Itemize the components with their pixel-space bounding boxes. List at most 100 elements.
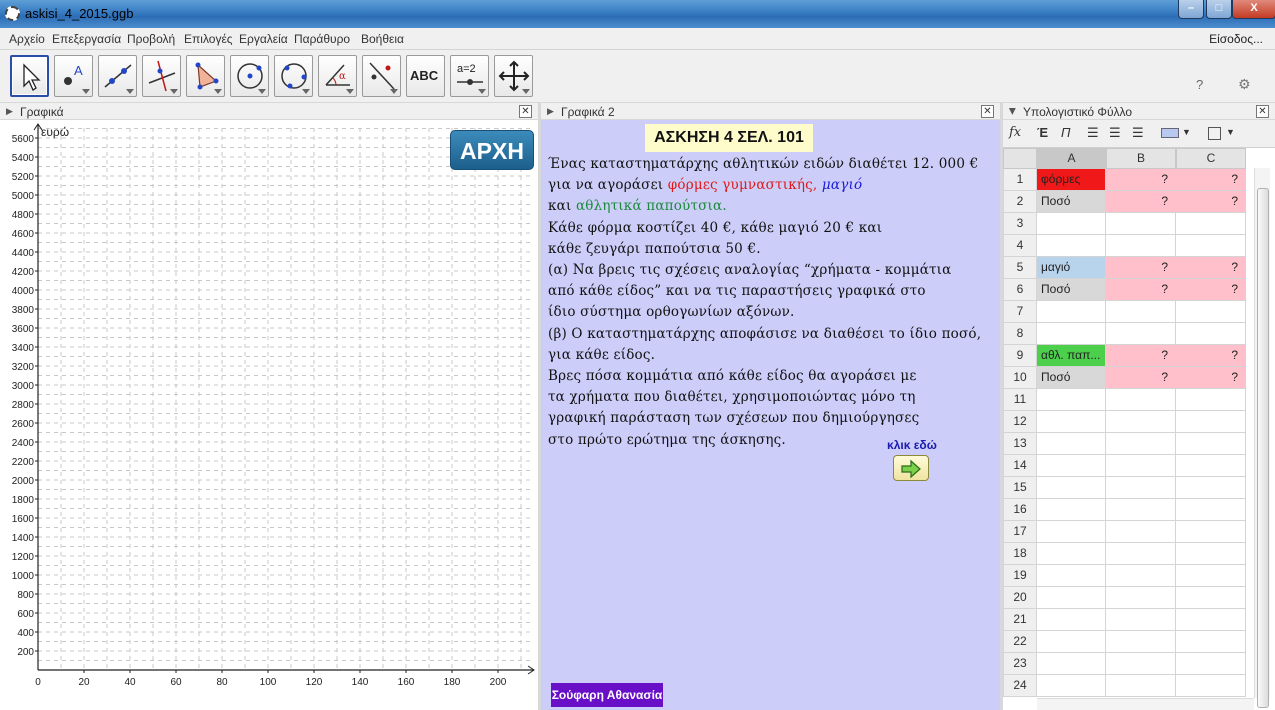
menu-view[interactable]: Προβολή — [127, 32, 175, 46]
cell-a21[interactable] — [1037, 609, 1106, 631]
cell-b11[interactable] — [1106, 389, 1176, 411]
cell-a15[interactable] — [1037, 477, 1106, 499]
function-button[interactable]: fx — [1009, 125, 1021, 143]
cell-b4[interactable] — [1106, 235, 1176, 257]
close-window-button[interactable]: X — [1232, 0, 1275, 19]
home-button[interactable]: ΑΡΧΗ — [450, 130, 534, 170]
cell-b19[interactable] — [1106, 565, 1176, 587]
cell-a6[interactable]: Ποσό — [1037, 279, 1106, 301]
cell-b12[interactable] — [1106, 411, 1176, 433]
graphics-view-1[interactable]: 5600 5400 5200 5000 4800 4600 4400 4200 4000 3800… — [0, 120, 538, 710]
cell-a22[interactable] — [1037, 631, 1106, 653]
cell-b5[interactable]: ? — [1106, 257, 1176, 279]
menu-options[interactable]: Επιλογές — [184, 32, 233, 46]
row-header[interactable]: 24 — [1003, 675, 1037, 697]
cell-b3[interactable] — [1106, 213, 1176, 235]
cell-a18[interactable] — [1037, 543, 1106, 565]
cell-b6[interactable]: ? — [1106, 279, 1176, 301]
align-left-icon[interactable]: ☰ — [1087, 125, 1099, 143]
cell-a2[interactable]: Ποσό — [1037, 191, 1106, 213]
cell-c15[interactable] — [1176, 477, 1246, 499]
cell-b20[interactable] — [1106, 587, 1176, 609]
cell-b8[interactable] — [1106, 323, 1176, 345]
cell-a23[interactable] — [1037, 653, 1106, 675]
row-header[interactable]: 9 — [1003, 345, 1037, 367]
circle-tool-button[interactable] — [230, 55, 269, 97]
cell-c6[interactable]: ? — [1176, 279, 1246, 301]
panel-expand-icon[interactable]: ▶ — [6, 106, 13, 117]
menu-help[interactable]: Βοήθεια — [361, 32, 404, 46]
cell-a7[interactable] — [1037, 301, 1106, 323]
bold-button[interactable]: Έ — [1037, 125, 1048, 143]
cell-b16[interactable] — [1106, 499, 1176, 521]
horizontal-scrollbar[interactable] — [1037, 698, 1254, 710]
chevron-down-icon[interactable]: ▼ — [1226, 127, 1235, 145]
close-panel-icon[interactable]: ✕ — [1256, 105, 1269, 118]
slider-tool-button[interactable]: a=2 — [450, 55, 489, 97]
cell-c19[interactable] — [1176, 565, 1246, 587]
row-header[interactable]: 5 — [1003, 257, 1037, 279]
row-header[interactable]: 10 — [1003, 367, 1037, 389]
cell-a1[interactable]: φόρμες — [1037, 169, 1106, 191]
cell-c12[interactable] — [1176, 411, 1246, 433]
cell-c8[interactable] — [1176, 323, 1246, 345]
panel-expand-icon[interactable]: ▶ — [547, 106, 554, 117]
cell-a8[interactable] — [1037, 323, 1106, 345]
cell-c24[interactable] — [1176, 675, 1246, 697]
cell-a9[interactable]: αθλ. παπ... — [1037, 345, 1106, 367]
align-right-icon[interactable]: ☰ — [1132, 125, 1144, 143]
graphics-view-2[interactable]: ΑΣΚΗΣΗ 4 ΣΕΛ. 101 Ένας καταστηματάρχης α… — [541, 120, 1000, 710]
corner-cell[interactable] — [1003, 148, 1037, 169]
cell-b2[interactable]: ? — [1106, 191, 1176, 213]
cell-a14[interactable] — [1037, 455, 1106, 477]
cell-a10[interactable]: Ποσό — [1037, 367, 1106, 389]
cell-a12[interactable] — [1037, 411, 1106, 433]
row-header[interactable]: 17 — [1003, 521, 1037, 543]
menu-window[interactable]: Παράθυρο — [294, 32, 350, 46]
row-header[interactable]: 23 — [1003, 653, 1037, 675]
cell-b21[interactable] — [1106, 609, 1176, 631]
cell-c23[interactable] — [1176, 653, 1246, 675]
row-header[interactable]: 21 — [1003, 609, 1037, 631]
cell-c17[interactable] — [1176, 521, 1246, 543]
cell-c2[interactable]: ? — [1176, 191, 1246, 213]
row-header[interactable]: 11 — [1003, 389, 1037, 411]
cell-c16[interactable] — [1176, 499, 1246, 521]
cell-b1[interactable]: ? — [1106, 169, 1176, 191]
chevron-down-icon[interactable]: ▼ — [1182, 127, 1191, 145]
cell-b9[interactable]: ? — [1106, 345, 1176, 367]
cell-b14[interactable] — [1106, 455, 1176, 477]
cell-b15[interactable] — [1106, 477, 1176, 499]
cell-c18[interactable] — [1176, 543, 1246, 565]
scrollbar-thumb[interactable] — [1257, 188, 1269, 708]
cell-c22[interactable] — [1176, 631, 1246, 653]
cell-a24[interactable] — [1037, 675, 1106, 697]
menu-tools[interactable]: Εργαλεία — [239, 32, 288, 46]
row-header[interactable]: 19 — [1003, 565, 1037, 587]
border-icon[interactable] — [1208, 127, 1221, 140]
cell-b7[interactable] — [1106, 301, 1176, 323]
text-tool-button[interactable]: ABC — [406, 55, 445, 97]
cell-c5[interactable]: ? — [1176, 257, 1246, 279]
cell-c13[interactable] — [1176, 433, 1246, 455]
row-header[interactable]: 22 — [1003, 631, 1037, 653]
row-header[interactable]: 1 — [1003, 169, 1037, 191]
cell-c20[interactable] — [1176, 587, 1246, 609]
minimize-button[interactable]: – — [1178, 0, 1204, 19]
cell-a13[interactable] — [1037, 433, 1106, 455]
row-header[interactable]: 7 — [1003, 301, 1037, 323]
cell-a19[interactable] — [1037, 565, 1106, 587]
row-header[interactable]: 15 — [1003, 477, 1037, 499]
background-color-icon[interactable] — [1161, 128, 1179, 138]
cell-c3[interactable] — [1176, 213, 1246, 235]
cell-a20[interactable] — [1037, 587, 1106, 609]
row-header[interactable]: 8 — [1003, 323, 1037, 345]
cell-b17[interactable] — [1106, 521, 1176, 543]
row-header[interactable]: 3 — [1003, 213, 1037, 235]
cell-c21[interactable] — [1176, 609, 1246, 631]
cell-b22[interactable] — [1106, 631, 1176, 653]
cell-a3[interactable] — [1037, 213, 1106, 235]
row-header[interactable]: 13 — [1003, 433, 1037, 455]
cell-c7[interactable] — [1176, 301, 1246, 323]
cell-c9[interactable]: ? — [1176, 345, 1246, 367]
